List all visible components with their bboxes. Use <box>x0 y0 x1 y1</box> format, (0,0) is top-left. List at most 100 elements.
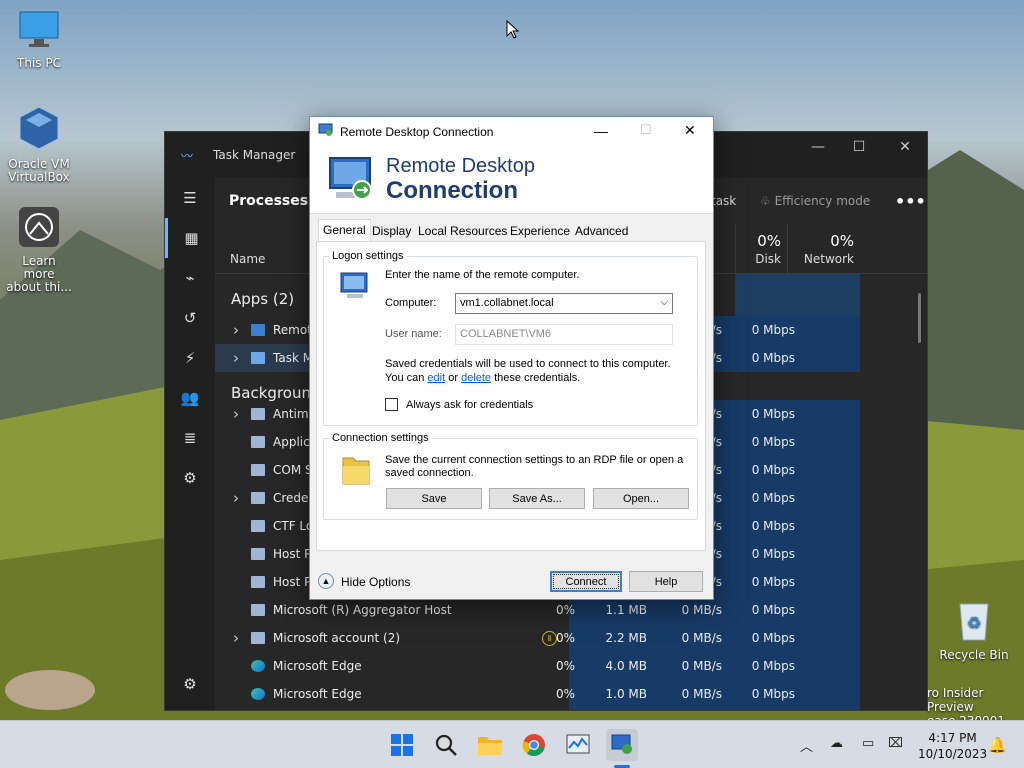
chevron-right-icon[interactable]: › <box>233 405 239 423</box>
process-cpu: 0% <box>555 659 575 673</box>
delete-credentials-link[interactable]: delete <box>461 372 491 384</box>
process-icon <box>251 408 265 420</box>
help-button[interactable]: Help <box>629 571 703 592</box>
process-net: 0 Mbps <box>751 575 795 589</box>
chrome-icon <box>522 734 545 756</box>
process-net: 0 Mbps <box>751 323 795 337</box>
tm-maximize-button[interactable]: ☐ <box>836 132 882 162</box>
process-icon <box>251 492 265 504</box>
process-name: Microsoft Edge <box>273 659 362 673</box>
chevron-right-icon[interactable]: › <box>233 629 239 647</box>
chevron-up-icon[interactable]: ▲ <box>318 573 334 589</box>
users-nav-icon[interactable]: 👥 <box>165 378 215 418</box>
edge-icon <box>251 660 265 672</box>
tm-close-button[interactable]: ✕ <box>882 132 927 162</box>
process-name: Microsoft account (2) <box>273 631 401 645</box>
rdp-minimize-button[interactable]: — <box>594 123 608 139</box>
connection-settings-legend: Connection settings <box>332 432 429 444</box>
chevron-down-icon[interactable]: ⌵ <box>660 297 668 308</box>
efficiency-mode-button[interactable]: ♧ Efficiency mode <box>760 194 870 208</box>
computer-label: Computer: <box>385 297 437 309</box>
services-nav-icon[interactable]: ⚙ <box>165 458 215 498</box>
chevron-right-icon[interactable]: › <box>233 321 239 339</box>
user-name-field: COLLABNET\VM6 <box>455 324 673 345</box>
tm-minimize-button[interactable]: — <box>795 132 841 162</box>
tab-display[interactable]: Display <box>368 221 415 241</box>
always-ask-checkbox[interactable] <box>385 398 398 411</box>
mouse-cursor-icon <box>506 20 520 39</box>
start-button[interactable] <box>386 729 418 761</box>
logon-instructions: Enter the name of the remote computer. <box>385 269 580 281</box>
taskbar: ︿ ☁ ▭ ⌧ 4:17 PM 10/10/2023 🔔 <box>0 720 1024 768</box>
open-button[interactable]: Open... <box>593 488 689 509</box>
svg-text:♻: ♻ <box>967 613 981 632</box>
table-row[interactable]: Microsoft Edge 0% 1.0 MB 0 MB/s 0 Mbps <box>215 680 859 708</box>
connection-settings-text: Save the current connection settings to … <box>385 454 684 479</box>
disk-percent: 0% <box>757 232 781 250</box>
settings-nav-icon[interactable]: ⚙ <box>165 664 215 704</box>
table-row[interactable]: › Microsoft account (2) 0% 2.2 MB 0 MB/s 0 Mb… <box>215 624 859 652</box>
scrollbar-thumb[interactable] <box>918 293 921 343</box>
network-icon[interactable]: ⌧ <box>888 736 903 751</box>
logon-settings-legend: Logon settings <box>332 250 404 262</box>
search-button[interactable] <box>430 729 462 761</box>
connect-button[interactable]: Connect <box>550 571 622 592</box>
cloud-status-icon[interactable]: ☁ <box>830 736 843 751</box>
show-hidden-icons-chevron-icon[interactable]: ︿ <box>800 736 813 755</box>
process-net: 0 Mbps <box>751 659 795 673</box>
desktop-icon-recycle-bin[interactable]: ♻ Recycle Bin <box>936 598 1012 662</box>
startup-apps-nav-icon[interactable]: ⚡ <box>165 338 215 378</box>
tab-advanced[interactable]: Advanced <box>571 221 632 241</box>
learn-more-icon <box>1 206 77 251</box>
file-explorer-button[interactable] <box>474 729 506 761</box>
rdp-close-button[interactable]: ✕ <box>684 122 696 139</box>
run-task-button[interactable]: task <box>711 194 736 208</box>
table-row[interactable]: Microsoft Edge 0% 4.0 MB 0 MB/s 0 Mbps <box>215 652 859 680</box>
table-row[interactable]: Microsoft (R) Aggregator Host 0% 1.1 MB 0 M… <box>215 596 859 624</box>
app-history-nav-icon[interactable]: ↺ <box>165 298 215 338</box>
tab-general[interactable]: General <box>318 219 371 241</box>
process-name: Microsoft (R) Aggregator Host <box>273 603 452 617</box>
chevron-right-icon[interactable]: › <box>233 349 239 367</box>
heat-cell <box>735 274 860 316</box>
desktop-icon-label: Oracle VM VirtualBox <box>8 157 70 184</box>
hamburger-menu-icon[interactable]: ☰ <box>165 178 215 218</box>
desktop-icon-virtualbox[interactable]: Oracle VM VirtualBox <box>1 105 77 184</box>
network-column-header[interactable]: 0% Network <box>787 224 860 274</box>
computer-combobox[interactable]: vm1.collabnet.local ⌵ <box>455 293 673 314</box>
chevron-right-icon[interactable]: › <box>233 489 239 507</box>
recycle-bin-icon: ♻ <box>936 598 1012 645</box>
watermark-line: ro Insider Preview <box>927 686 984 714</box>
rdp-taskbar-button[interactable] <box>606 729 638 761</box>
save-as-button[interactable]: Save As... <box>489 488 585 509</box>
process-mem: 1.1 MB <box>605 603 647 617</box>
process-icon <box>251 324 265 336</box>
display-icon[interactable]: ▭ <box>862 736 874 751</box>
tab-local-resources[interactable]: Local Resources <box>414 221 511 241</box>
disk-column-header[interactable]: 0% Disk <box>735 224 787 274</box>
details-nav-icon[interactable]: ≣ <box>165 418 215 458</box>
clock[interactable]: 4:17 PM 10/10/2023 <box>918 730 987 762</box>
edit-credentials-link[interactable]: edit <box>427 372 445 384</box>
process-net: 0 Mbps <box>751 631 795 645</box>
save-button[interactable]: Save <box>386 488 482 509</box>
name-column-header[interactable]: Name <box>230 252 265 266</box>
desktop-icon-this-pc[interactable]: This PC <box>1 10 77 70</box>
apps-group-header: Apps (2) <box>231 290 295 308</box>
disk-label: Disk <box>755 252 781 266</box>
task-manager-icon <box>566 734 590 754</box>
notification-bell-icon[interactable]: 🔔 <box>988 736 1007 754</box>
desktop-icon-learn-more[interactable]: Learn more about thi... <box>1 206 77 294</box>
process-net: 0 Mbps <box>751 407 795 421</box>
more-options-icon[interactable]: ••• <box>895 192 926 211</box>
rdp-maximize-button: ☐ <box>640 122 652 137</box>
hide-options-button[interactable]: Hide Options <box>341 575 410 589</box>
performance-nav-icon[interactable]: ⌁ <box>165 258 215 298</box>
processes-nav-icon[interactable]: ▦ <box>165 218 215 258</box>
virtualbox-icon <box>1 105 77 154</box>
chrome-button[interactable] <box>518 729 550 761</box>
process-icon <box>251 548 265 560</box>
tab-experience[interactable]: Experience <box>506 221 574 241</box>
task-manager-taskbar-button[interactable] <box>562 729 594 761</box>
process-net: 0 Mbps <box>751 491 795 505</box>
